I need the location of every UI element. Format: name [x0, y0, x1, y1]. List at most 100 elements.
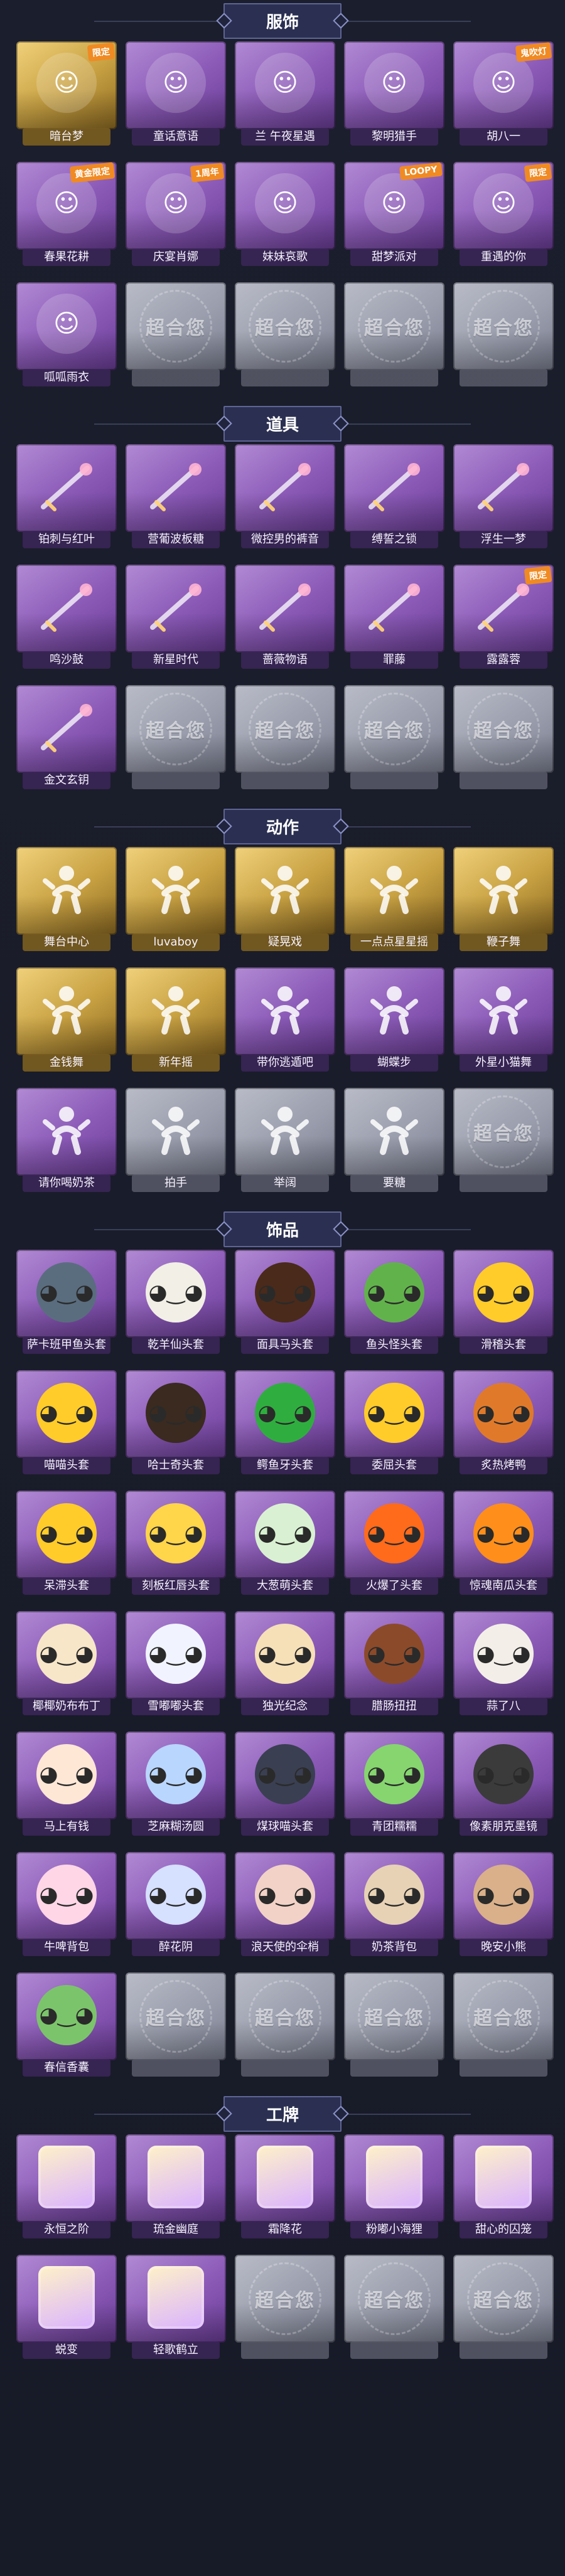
inventory-item[interactable]: 营葡波板糖 [126, 444, 226, 553]
item-card[interactable]: ◕‿◕ [126, 1491, 226, 1578]
inventory-item[interactable]: 新星时代 [126, 565, 226, 674]
inventory-item[interactable]: 蔷薇物语 [235, 565, 335, 674]
inventory-item[interactable]: ◕‿◕ 鱼头怪头套 [344, 1250, 444, 1359]
item-card[interactable]: ◕‿◕ [16, 1370, 117, 1458]
item-card[interactable]: 超合您 [235, 685, 335, 773]
inventory-item[interactable]: luvaboy [126, 847, 226, 956]
inventory-item[interactable]: 甜心的囚笼 [453, 2134, 554, 2243]
item-card[interactable] [126, 565, 226, 652]
inventory-item[interactable]: ◕‿◕ 委屈头套 [344, 1370, 444, 1479]
item-card[interactable]: ◕‿◕ [16, 1972, 117, 2060]
item-card[interactable]: 超合您 [344, 685, 444, 773]
item-card[interactable]: ◕‿◕ [453, 1852, 554, 1940]
item-card[interactable] [16, 2134, 117, 2222]
inventory-item[interactable]: ◕‿◕ 呆滞头套 [16, 1491, 117, 1600]
inventory-item[interactable]: ◕‿◕ 面具马头套 [235, 1250, 335, 1359]
item-card[interactable] [453, 2134, 554, 2222]
inventory-item[interactable]: ◕‿◕ 腊肠扭扭 [344, 1611, 444, 1720]
item-card[interactable]: 限定 ☺ [453, 162, 554, 250]
inventory-item[interactable]: 要糖 [344, 1088, 444, 1197]
item-card[interactable]: LOOPY ☺ [344, 162, 444, 250]
item-card[interactable]: 超合您 [235, 282, 335, 370]
item-card[interactable]: 超合您 [453, 1972, 554, 2060]
inventory-item[interactable]: ◕‿◕ 青团糯糯 [344, 1732, 444, 1841]
item-card[interactable]: ◕‿◕ [344, 1250, 444, 1338]
item-card[interactable]: ☺ [344, 41, 444, 129]
inventory-item[interactable]: 粉嘟小海狸 [344, 2134, 444, 2243]
inventory-item[interactable]: ☺ 呱呱雨衣 [16, 282, 117, 391]
item-card[interactable]: 超合您 [453, 282, 554, 370]
item-card[interactable] [344, 565, 444, 652]
inventory-item[interactable]: 一点点星星摇 [344, 847, 444, 956]
item-card[interactable] [453, 847, 554, 935]
item-card[interactable]: ◕‿◕ [126, 1370, 226, 1458]
inventory-item[interactable]: ◕‿◕ 像素朋克墨镜 [453, 1732, 554, 1841]
inventory-item[interactable]: ◕‿◕ 牛啤背包 [16, 1852, 117, 1961]
item-card[interactable]: ◕‿◕ [453, 1611, 554, 1699]
item-card[interactable]: 超合您 [453, 2255, 554, 2343]
item-card[interactable] [235, 847, 335, 935]
inventory-item[interactable]: 轻歌鹤立 [126, 2255, 226, 2364]
inventory-item[interactable]: ◕‿◕ 火爆了头套 [344, 1491, 444, 1600]
inventory-item[interactable]: 舞台中心 [16, 847, 117, 956]
item-card[interactable]: 超合您 [453, 1088, 554, 1176]
item-card[interactable]: ◕‿◕ [235, 1852, 335, 1940]
inventory-item[interactable]: 超合您 [235, 282, 335, 391]
inventory-item[interactable]: ◕‿◕ 刻板红唇头套 [126, 1491, 226, 1600]
item-card[interactable] [16, 565, 117, 652]
inventory-item[interactable]: 限定 ☺ 暗台梦 [16, 41, 117, 151]
item-card[interactable]: ◕‿◕ [16, 1491, 117, 1578]
item-card[interactable] [235, 565, 335, 652]
item-card[interactable]: ☺ [235, 41, 335, 129]
inventory-item[interactable]: 超合您 [453, 685, 554, 794]
item-card[interactable]: ◕‿◕ [344, 1491, 444, 1578]
item-card[interactable]: ◕‿◕ [344, 1611, 444, 1699]
inventory-item[interactable]: 超合您 [126, 1972, 226, 2082]
inventory-item[interactable]: 外星小猫舞 [453, 967, 554, 1077]
inventory-item[interactable]: 新年摇 [126, 967, 226, 1077]
inventory-item[interactable]: 超合您 [344, 685, 444, 794]
item-card[interactable]: ☺ [235, 162, 335, 250]
item-card[interactable]: 超合您 [344, 1972, 444, 2060]
item-card[interactable]: ◕‿◕ [453, 1370, 554, 1458]
item-card[interactable]: ☺ [16, 282, 117, 370]
inventory-item[interactable]: 金文玄钥 [16, 685, 117, 794]
item-card[interactable] [344, 2134, 444, 2222]
item-card[interactable]: 超合您 [453, 685, 554, 773]
item-card[interactable]: 超合您 [126, 282, 226, 370]
inventory-item[interactable]: ◕‿◕ 雪嘟嘟头套 [126, 1611, 226, 1720]
item-card[interactable] [344, 1088, 444, 1176]
item-card[interactable]: ◕‿◕ [126, 1852, 226, 1940]
inventory-item[interactable]: ◕‿◕ 炙热烤鸭 [453, 1370, 554, 1479]
inventory-item[interactable]: ◕‿◕ 奶茶背包 [344, 1852, 444, 1961]
inventory-item[interactable]: ◕‿◕ 萨卡班甲鱼头套 [16, 1250, 117, 1359]
item-card[interactable] [126, 444, 226, 532]
inventory-item[interactable]: 疑晃戏 [235, 847, 335, 956]
item-card[interactable]: ◕‿◕ [126, 1732, 226, 1819]
inventory-item[interactable]: 铂刺与红叶 [16, 444, 117, 553]
inventory-item[interactable]: 超合您 [344, 1972, 444, 2082]
inventory-item[interactable]: 超合您 [126, 282, 226, 391]
item-card[interactable]: 超合您 [126, 685, 226, 773]
inventory-item[interactable]: ◕‿◕ 浪天使的伞梢 [235, 1852, 335, 1961]
inventory-item[interactable]: 超合您 [453, 1972, 554, 2082]
inventory-item[interactable]: 超合您 [453, 1088, 554, 1197]
inventory-item[interactable]: 超合您 [235, 1972, 335, 2082]
item-card[interactable]: ◕‿◕ [16, 1250, 117, 1338]
item-card[interactable]: ◕‿◕ [344, 1732, 444, 1819]
inventory-item[interactable]: ◕‿◕ 马上有钱 [16, 1732, 117, 1841]
item-card[interactable] [126, 2134, 226, 2222]
item-card[interactable] [126, 847, 226, 935]
inventory-item[interactable]: 蝴蝶步 [344, 967, 444, 1077]
item-card[interactable] [16, 444, 117, 532]
item-card[interactable] [16, 1088, 117, 1176]
inventory-item[interactable]: 限定 ☺ 重遇的你 [453, 162, 554, 271]
item-card[interactable] [16, 967, 117, 1055]
item-card[interactable]: ◕‿◕ [16, 1732, 117, 1819]
inventory-item[interactable]: 超合您 [453, 282, 554, 391]
inventory-item[interactable]: LOOPY ☺ 甜梦派对 [344, 162, 444, 271]
inventory-item[interactable]: ☺ 黎明猎手 [344, 41, 444, 151]
inventory-item[interactable]: 请你喝奶茶 [16, 1088, 117, 1197]
item-card[interactable]: 黄金限定 ☺ [16, 162, 117, 250]
item-card[interactable] [126, 2255, 226, 2343]
